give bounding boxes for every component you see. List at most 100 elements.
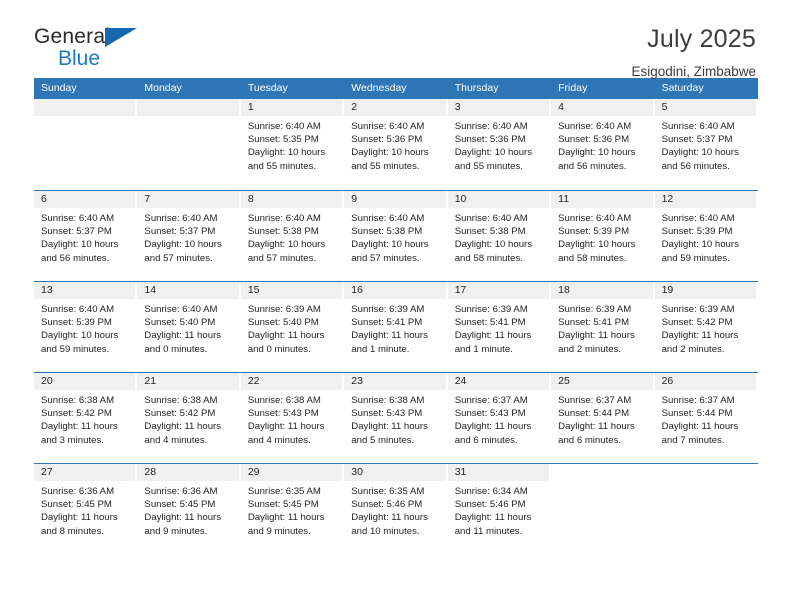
day-cell[interactable]: 11 Sunrise: 6:40 AM Sunset: 5:39 PM Dayligh…	[551, 191, 655, 281]
day-sun-info: Sunrise: 6:40 AM Sunset: 5:36 PM Daylight:…	[551, 116, 654, 173]
day-cell[interactable]: 6 Sunrise: 6:40 AM Sunset: 5:37 PM Daylight…	[34, 191, 138, 281]
daylight-text: Daylight: 11 hours and 0 minutes.	[247, 330, 325, 355]
day-number: 5	[661, 101, 668, 113]
day-number: 21	[144, 375, 157, 387]
day-cell-empty	[137, 99, 241, 190]
sunrise-text: Sunrise: 6:37 AM	[454, 395, 528, 406]
day-cell[interactable]: 16 Sunrise: 6:39 AM Sunset: 5:41 PM Dayligh…	[344, 282, 448, 372]
day-cell[interactable]: 1 Sunrise: 6:40 AM Sunset: 5:35 PM Daylight…	[240, 99, 345, 190]
sunrise-text: Sunrise: 6:40 AM	[661, 213, 735, 224]
day-cell-empty	[654, 464, 758, 554]
sunset-text: Sunset: 5:46 PM	[351, 499, 423, 511]
day-cell[interactable]: 20 Sunrise: 6:38 AM Sunset: 5:42 PM Dayligh…	[34, 373, 138, 463]
day-sun-info: Sunrise: 6:37 AM Sunset: 5:44 PM Daylight:…	[551, 390, 654, 447]
general-blue-logo[interactable]: General Blue	[34, 26, 144, 69]
daylight-text: Daylight: 11 hours and 5 minutes.	[351, 421, 428, 446]
daylight-text: Daylight: 10 hours and 58 minutes.	[454, 239, 533, 264]
day-cell[interactable]: 19 Sunrise: 6:39 AM Sunset: 5:42 PM Dayligh…	[654, 282, 758, 372]
day-cell[interactable]: 17 Sunrise: 6:39 AM Sunset: 5:41 PM Dayligh…	[447, 282, 552, 372]
day-sun-info: Sunrise: 6:38 AM Sunset: 5:43 PM Daylight:…	[241, 390, 344, 447]
sunrise-text: Sunrise: 6:38 AM	[144, 395, 218, 406]
day-cell-empty	[551, 464, 655, 554]
day-cell[interactable]: 25 Sunrise: 6:37 AM Sunset: 5:44 PM Dayligh…	[551, 373, 655, 463]
day-number-band: 9	[344, 191, 446, 208]
daylight-text: Daylight: 11 hours and 6 minutes.	[454, 421, 532, 446]
daylight-text: Daylight: 10 hours and 57 minutes.	[247, 239, 326, 264]
day-number: 18	[558, 284, 570, 296]
day-number: 25	[558, 375, 570, 387]
day-cell[interactable]: 4 Sunrise: 6:40 AM Sunset: 5:36 PM Daylight…	[551, 99, 655, 190]
sunset-text: Sunset: 5:42 PM	[144, 408, 216, 420]
weekday-sunday: Sunday	[41, 82, 77, 94]
sunset-text: Sunset: 5:35 PM	[247, 134, 319, 146]
day-number-band: 3	[447, 99, 550, 116]
sunset-text: Sunset: 5:38 PM	[454, 226, 526, 238]
day-number-band: 16	[344, 282, 446, 299]
day-cell[interactable]: 30 Sunrise: 6:35 AM Sunset: 5:46 PM Dayligh…	[344, 464, 448, 554]
day-sun-info: Sunrise: 6:36 AM Sunset: 5:45 PM Daylight:…	[137, 481, 240, 538]
calendar-week-row: 1 Sunrise: 6:40 AM Sunset: 5:35 PM Daylight…	[34, 99, 758, 190]
day-number-band: 2	[344, 99, 446, 116]
weekday-tuesday: Tuesday	[247, 82, 288, 94]
day-sun-info: Sunrise: 6:40 AM Sunset: 5:39 PM Daylight:…	[551, 208, 654, 265]
day-sun-info: Sunrise: 6:40 AM Sunset: 5:37 PM Daylight:…	[655, 116, 758, 173]
sunset-text: Sunset: 5:36 PM	[454, 134, 526, 146]
daylight-text: Daylight: 11 hours and 4 minutes.	[247, 421, 325, 446]
day-number: 20	[41, 375, 53, 387]
sunrise-text: Sunrise: 6:39 AM	[558, 304, 632, 315]
sunrise-text: Sunrise: 6:40 AM	[144, 304, 218, 315]
day-cell[interactable]: 22 Sunrise: 6:38 AM Sunset: 5:43 PM Dayligh…	[240, 373, 345, 463]
sunrise-text: Sunrise: 6:38 AM	[41, 395, 115, 406]
day-cell[interactable]: 5 Sunrise: 6:40 AM Sunset: 5:37 PM Daylight…	[654, 99, 758, 190]
day-number-band: 7	[137, 191, 239, 208]
day-cell[interactable]: 8 Sunrise: 6:40 AM Sunset: 5:38 PM Daylight…	[240, 191, 345, 281]
sunset-text: Sunset: 5:41 PM	[454, 317, 526, 329]
day-number-band: 6	[34, 191, 136, 208]
sunset-text: Sunset: 5:44 PM	[661, 408, 733, 420]
sunrise-text: Sunrise: 6:35 AM	[247, 486, 321, 497]
day-cell[interactable]: 26 Sunrise: 6:37 AM Sunset: 5:44 PM Dayligh…	[654, 373, 758, 463]
day-cell[interactable]: 10 Sunrise: 6:40 AM Sunset: 5:38 PM Dayligh…	[447, 191, 552, 281]
day-cell[interactable]: 13 Sunrise: 6:40 AM Sunset: 5:39 PM Dayligh…	[34, 282, 138, 372]
day-number-band: 19	[654, 282, 756, 299]
day-number: 28	[144, 466, 157, 478]
day-cell[interactable]: 3 Sunrise: 6:40 AM Sunset: 5:36 PM Daylight…	[447, 99, 552, 190]
day-cell[interactable]: 15 Sunrise: 6:39 AM Sunset: 5:40 PM Dayligh…	[240, 282, 345, 372]
sunset-text: Sunset: 5:44 PM	[558, 408, 630, 420]
sunset-text: Sunset: 5:45 PM	[144, 499, 216, 511]
day-sun-info: Sunrise: 6:40 AM Sunset: 5:40 PM Daylight:…	[137, 299, 240, 356]
sunset-text: Sunset: 5:37 PM	[144, 226, 216, 238]
day-cell[interactable]: 9 Sunrise: 6:40 AM Sunset: 5:38 PM Daylight…	[344, 191, 448, 281]
day-cell[interactable]: 27 Sunrise: 6:36 AM Sunset: 5:45 PM Dayligh…	[34, 464, 138, 554]
day-cell[interactable]: 14 Sunrise: 6:40 AM Sunset: 5:40 PM Dayligh…	[137, 282, 241, 372]
day-cell[interactable]: 18 Sunrise: 6:39 AM Sunset: 5:41 PM Dayligh…	[551, 282, 655, 372]
sunset-text: Sunset: 5:40 PM	[247, 317, 319, 329]
day-sun-info: Sunrise: 6:40 AM Sunset: 5:38 PM Daylight:…	[448, 208, 551, 265]
day-number-band: 23	[344, 373, 446, 390]
daylight-text: Daylight: 11 hours and 2 minutes.	[661, 330, 739, 355]
sunrise-text: Sunrise: 6:36 AM	[144, 486, 218, 497]
day-cell[interactable]: 21 Sunrise: 6:38 AM Sunset: 5:42 PM Dayligh…	[137, 373, 241, 463]
day-number-band: 25	[551, 373, 653, 390]
day-number: 12	[661, 193, 674, 205]
day-number-band: 4	[551, 99, 653, 116]
daylight-text: Daylight: 10 hours and 59 minutes.	[41, 330, 119, 355]
daylight-text: Daylight: 10 hours and 56 minutes.	[661, 147, 739, 172]
day-cell[interactable]: 24 Sunrise: 6:37 AM Sunset: 5:43 PM Dayligh…	[447, 373, 552, 463]
day-cell[interactable]: 28 Sunrise: 6:36 AM Sunset: 5:45 PM Dayligh…	[137, 464, 241, 554]
day-cell[interactable]: 31 Sunrise: 6:34 AM Sunset: 5:46 PM Dayligh…	[447, 464, 552, 554]
page-header: General Blue July 2025 Esigodini, Zimbab…	[0, 0, 792, 78]
day-cell[interactable]: 29 Sunrise: 6:35 AM Sunset: 5:45 PM Dayligh…	[240, 464, 345, 554]
day-number-band: 31	[447, 464, 550, 481]
daylight-text: Daylight: 11 hours and 4 minutes.	[144, 421, 222, 446]
sunset-text: Sunset: 5:45 PM	[247, 499, 319, 511]
sunrise-text: Sunrise: 6:40 AM	[454, 213, 528, 224]
day-number: 17	[454, 284, 467, 296]
day-number-band: 8	[240, 191, 343, 208]
day-cell[interactable]: 7 Sunrise: 6:40 AM Sunset: 5:37 PM Daylight…	[137, 191, 241, 281]
day-number: 6	[41, 193, 47, 205]
sunset-text: Sunset: 5:36 PM	[558, 134, 630, 146]
day-cell[interactable]: 2 Sunrise: 6:40 AM Sunset: 5:36 PM Daylight…	[344, 99, 448, 190]
day-cell[interactable]: 12 Sunrise: 6:40 AM Sunset: 5:39 PM Dayligh…	[654, 191, 758, 281]
day-cell[interactable]: 23 Sunrise: 6:38 AM Sunset: 5:43 PM Dayligh…	[344, 373, 448, 463]
